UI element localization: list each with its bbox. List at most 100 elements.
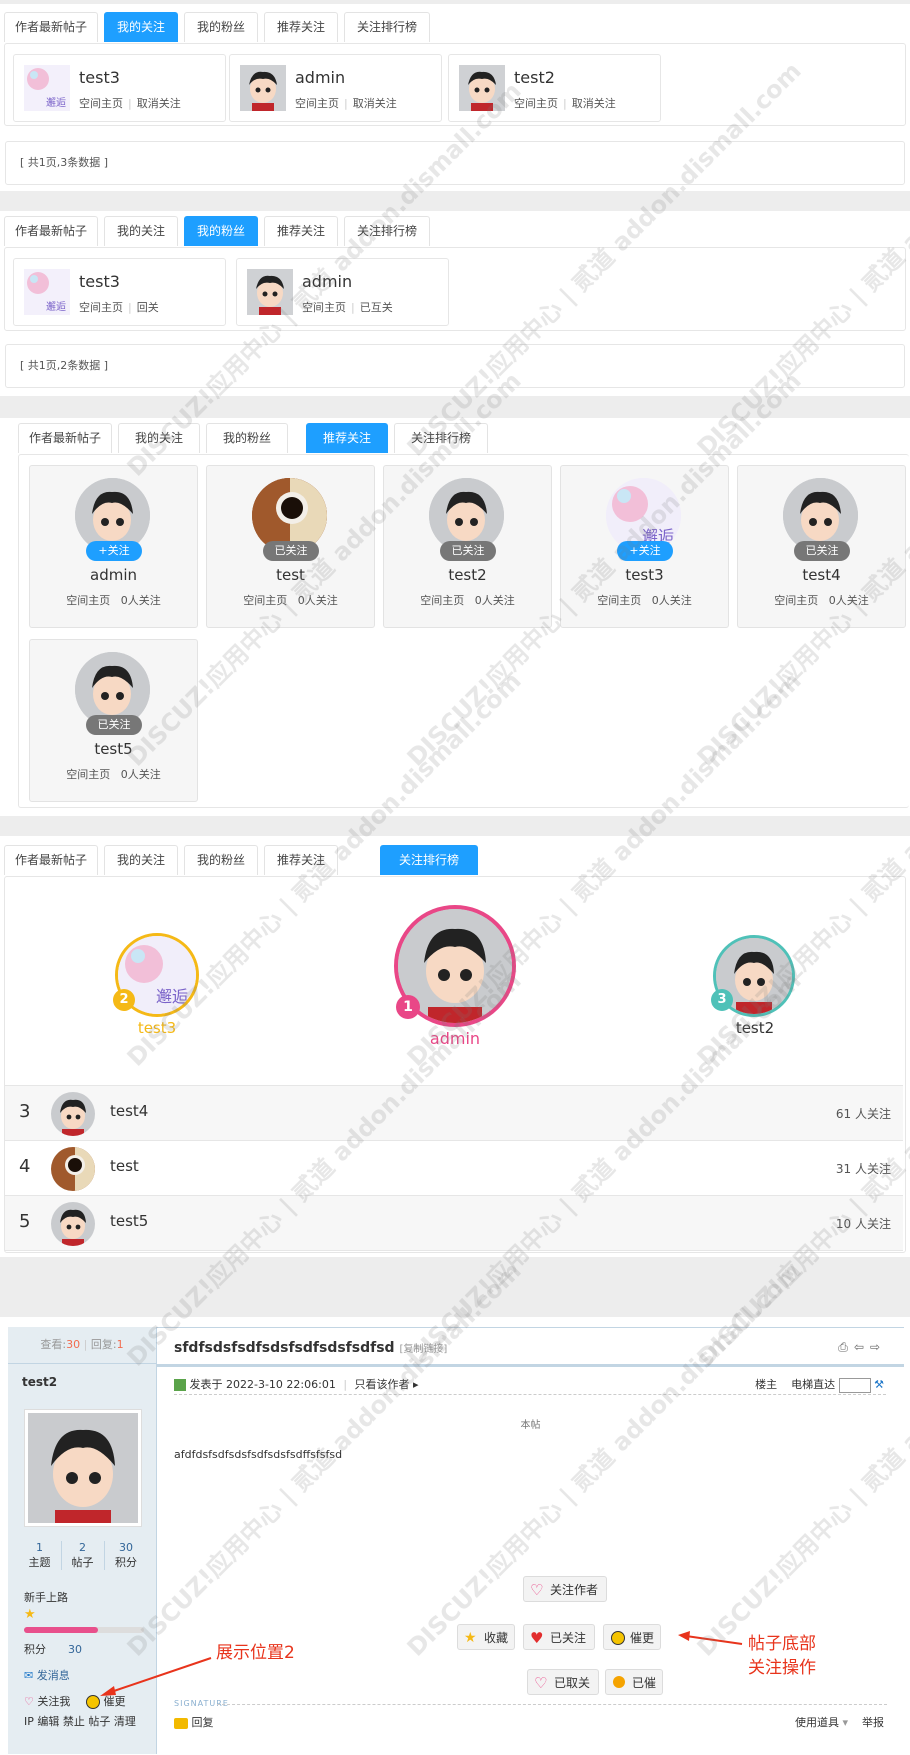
reply-link[interactable]: 回复 <box>174 1714 214 1730</box>
wrench-icon[interactable]: ⚒ <box>874 1378 884 1391</box>
tab-my-fans[interactable]: 我的粉丝 <box>184 12 258 42</box>
send-message-link[interactable]: ✉ 发消息 <box>24 1667 70 1683</box>
tab-my-fans[interactable]: 我的粉丝 <box>184 845 258 875</box>
stat-threads[interactable]: 1 主题 <box>18 1541 62 1570</box>
followed-button[interactable]: 已关注 <box>86 715 142 735</box>
user-name[interactable]: test3 <box>561 566 728 584</box>
user-name[interactable]: test4 <box>110 1102 148 1120</box>
stat-points[interactable]: 30 积分 <box>104 1541 148 1570</box>
tab-author-posts[interactable]: 作者最新帖子 <box>18 423 112 453</box>
tab-my-following[interactable]: 我的关注 <box>104 845 178 875</box>
follow-button[interactable]: +关注 <box>86 541 142 561</box>
tab-recommend[interactable]: 推荐关注 <box>264 12 338 42</box>
follower-count: 0人关注 <box>120 594 161 607</box>
tab-ranking[interactable]: 关注排行榜 <box>394 423 488 453</box>
podium-name[interactable]: admin <box>394 1029 516 1048</box>
user-name[interactable]: test <box>207 566 374 584</box>
user-name[interactable]: admin <box>30 566 197 584</box>
user-card: admin 空间主页 | 已互关 <box>236 258 449 326</box>
tab-ranking[interactable]: 关注排行榜 <box>380 845 478 875</box>
tab-my-fans[interactable]: 我的粉丝 <box>184 216 258 246</box>
author-avatar[interactable] <box>24 1409 142 1527</box>
urge-button[interactable]: 催更 <box>603 1624 661 1650</box>
user-name[interactable]: test5 <box>110 1212 148 1230</box>
home-link[interactable]: 空间主页 <box>66 594 110 607</box>
tab-recommend[interactable]: 推荐关注 <box>306 423 388 453</box>
user-name[interactable]: test2 <box>384 566 551 584</box>
tab-author-posts[interactable]: 作者最新帖子 <box>4 216 98 246</box>
replies-count: 1 <box>116 1338 124 1351</box>
only-author-link[interactable]: 只看该作者 <box>355 1378 410 1391</box>
next-icon[interactable]: ⇨ <box>870 1340 886 1354</box>
tab-recommend[interactable]: 推荐关注 <box>264 216 338 246</box>
home-link[interactable]: 空间主页 <box>295 97 339 110</box>
tools-menu[interactable]: 使用道具 <box>795 1716 839 1729</box>
home-link[interactable]: 空间主页 <box>420 594 464 607</box>
home-link[interactable]: 空间主页 <box>302 301 346 314</box>
tab-author-posts[interactable]: 作者最新帖子 <box>4 845 98 875</box>
tab-ranking[interactable]: 关注排行榜 <box>344 12 430 42</box>
user-name[interactable]: test3 <box>79 272 120 291</box>
user-name[interactable]: test4 <box>738 566 905 584</box>
home-link[interactable]: 空间主页 <box>597 594 641 607</box>
user-name[interactable]: admin <box>302 272 352 291</box>
follow-author-button[interactable]: ♡ 关注作者 <box>523 1576 607 1602</box>
home-link[interactable]: 空间主页 <box>243 594 287 607</box>
avatar-test4[interactable] <box>51 1092 95 1136</box>
podium-name[interactable]: test3 <box>115 1019 199 1037</box>
unfollowed-button[interactable]: ♡ 已取关 <box>527 1669 599 1695</box>
home-link[interactable]: 空间主页 <box>79 97 123 110</box>
unfollow-link[interactable]: 取消关注 <box>572 97 616 110</box>
user-card: admin 空间主页 | 取消关注 <box>229 54 442 122</box>
follow-button[interactable]: +关注 <box>617 541 673 561</box>
user-level[interactable]: 新手上路 <box>24 1589 68 1605</box>
avatar-test5[interactable] <box>51 1202 95 1246</box>
avatar-test[interactable] <box>51 1147 95 1191</box>
mutual-follow-link[interactable]: 已互关 <box>360 301 393 314</box>
home-link[interactable]: 空间主页 <box>774 594 818 607</box>
elevator-input[interactable] <box>838 1377 871 1393</box>
avatar-test2[interactable] <box>459 65 505 111</box>
user-name[interactable]: test2 <box>514 68 555 87</box>
user-name[interactable]: admin <box>295 68 345 87</box>
tab-author-posts[interactable]: 作者最新帖子 <box>4 12 98 42</box>
favorite-button[interactable]: ★ 收藏 <box>457 1624 515 1650</box>
home-link[interactable]: 空间主页 <box>514 97 558 110</box>
podium-rank-2: 邂逅 2 <box>113 933 199 1017</box>
follow-back-link[interactable]: 回关 <box>137 301 159 314</box>
thread-tools: ⎙⇦⇨ <box>838 1340 886 1355</box>
print-icon[interactable]: ⎙ <box>838 1340 854 1354</box>
unfollow-link[interactable]: 取消关注 <box>353 97 397 110</box>
unfollow-link[interactable]: 取消关注 <box>137 97 181 110</box>
avatar-admin[interactable] <box>247 269 293 315</box>
author-name[interactable]: test2 <box>22 1375 57 1389</box>
followed-button[interactable]: 已关注 <box>263 541 319 561</box>
followed-button[interactable]: 已关注 <box>794 541 850 561</box>
avatar-test3[interactable]: 邂逅 <box>24 269 70 315</box>
tab-ranking[interactable]: 关注排行榜 <box>344 216 430 246</box>
stat-posts[interactable]: 2 帖子 <box>61 1541 105 1570</box>
tab-my-following[interactable]: 我的关注 <box>104 216 178 246</box>
user-icon <box>174 1379 186 1391</box>
avatar-test3[interactable]: 邂逅 <box>24 65 70 111</box>
user-name[interactable]: test <box>110 1157 139 1175</box>
podium-name[interactable]: test2 <box>713 1019 797 1037</box>
star-icon: ★ <box>24 1607 36 1622</box>
tab-recommend[interactable]: 推荐关注 <box>264 845 338 875</box>
home-link[interactable]: 空间主页 <box>79 301 123 314</box>
prev-icon[interactable]: ⇦ <box>854 1340 870 1354</box>
followed-button[interactable]: ♥ 已关注 <box>523 1624 595 1650</box>
user-name[interactable]: test5 <box>30 740 197 758</box>
report-link[interactable]: 举报 <box>862 1716 884 1729</box>
home-link[interactable]: 空间主页 <box>66 768 110 781</box>
avatar-admin[interactable] <box>240 65 286 111</box>
admin-links[interactable]: IP 编辑 禁止 帖子 清理 <box>24 1713 136 1729</box>
copy-link[interactable]: [复制链接] <box>399 1344 447 1355</box>
followed-button[interactable]: 已关注 <box>440 541 496 561</box>
urged-button[interactable]: 已催 <box>605 1669 663 1695</box>
follow-me-link[interactable]: ♡ 关注我 <box>24 1693 70 1709</box>
tab-my-following[interactable]: 我的关注 <box>118 423 200 453</box>
tab-my-fans[interactable]: 我的粉丝 <box>206 423 288 453</box>
tab-my-following[interactable]: 我的关注 <box>104 12 178 42</box>
user-name[interactable]: test3 <box>79 68 120 87</box>
